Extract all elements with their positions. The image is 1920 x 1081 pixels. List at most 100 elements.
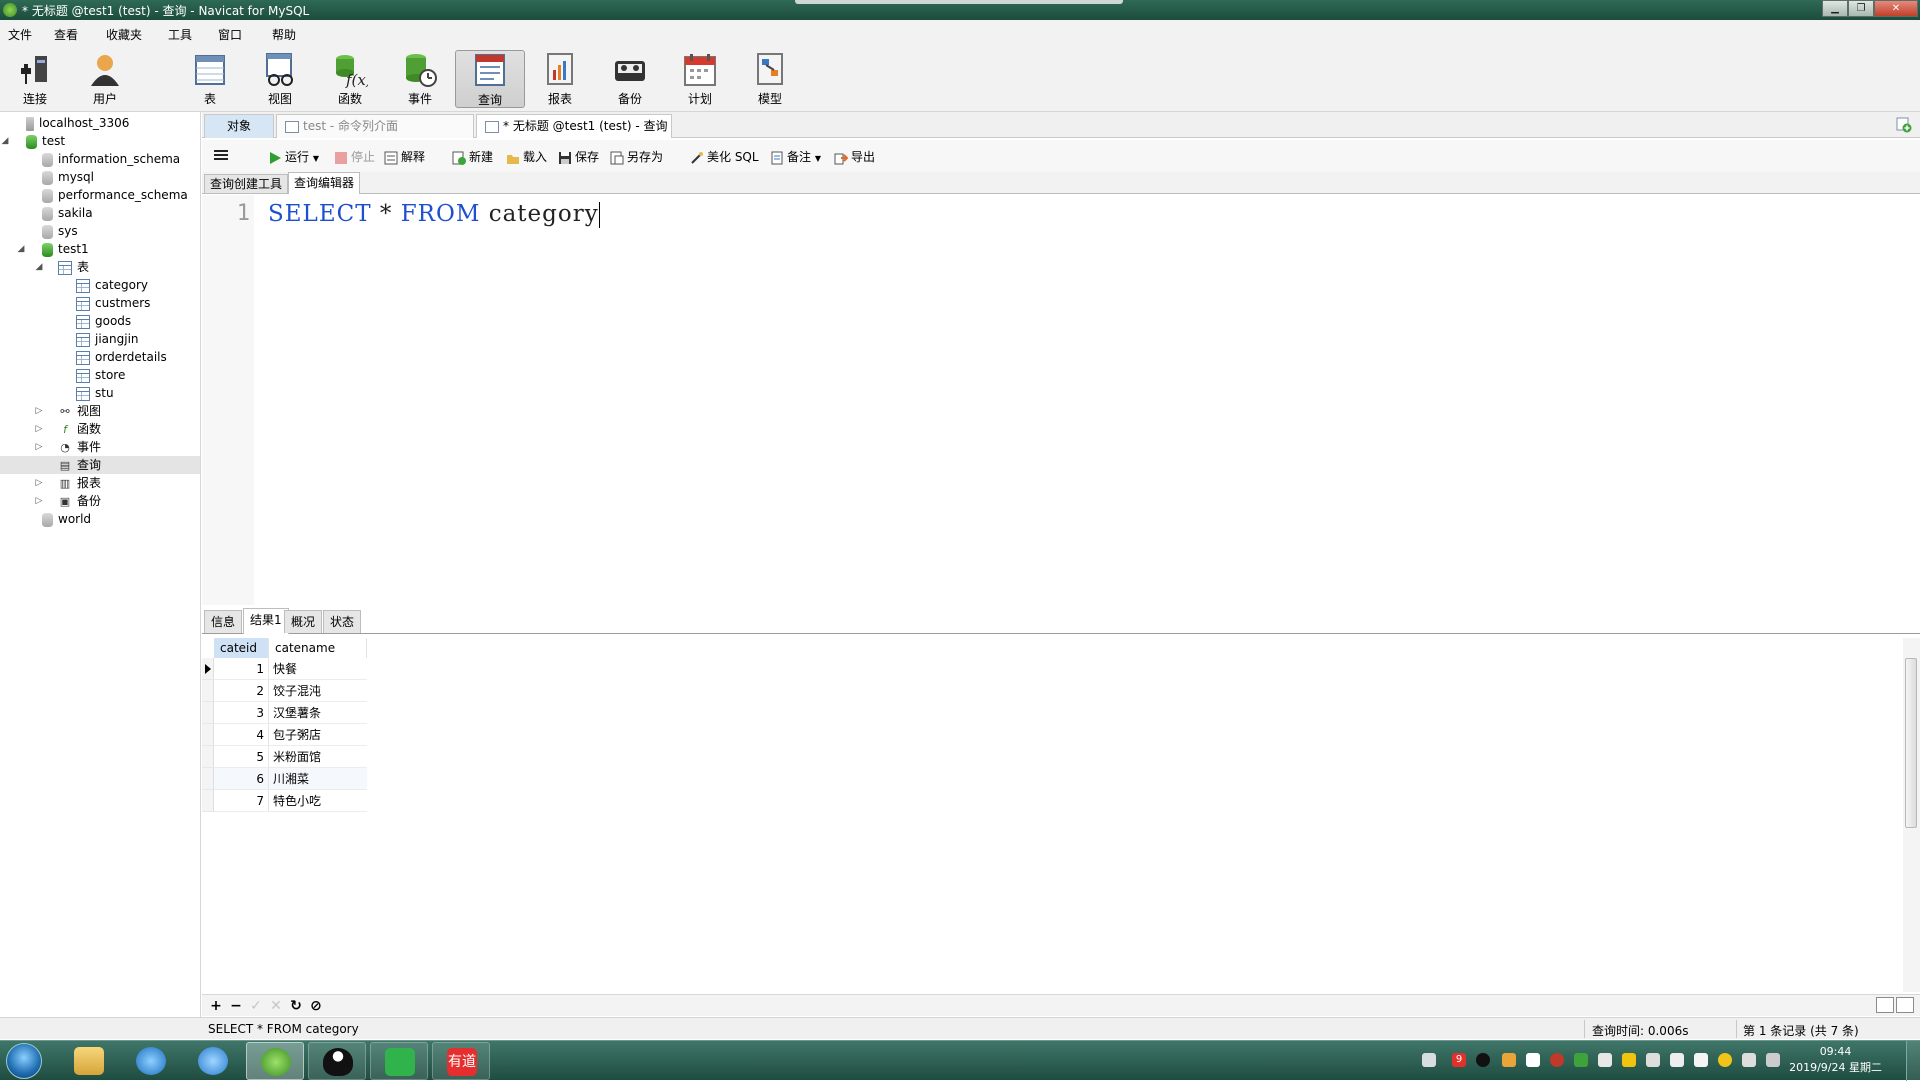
pinwheel-tray-icon[interactable] [1622,1053,1636,1067]
tree-item-category[interactable]: category [0,276,200,294]
expand-arrow-icon[interactable]: ▷ [34,474,44,492]
run-dropdown-icon[interactable]: ▼ [313,154,319,163]
tree-item-performance_schema[interactable]: performance_schema [0,186,200,204]
taskbar-wechat[interactable] [370,1042,428,1080]
menu-help[interactable]: 帮助 [272,26,296,43]
tree-item-test1[interactable]: ◢ test1 [0,240,200,258]
tree-item-orderdetails[interactable]: orderdetails [0,348,200,366]
taskbar-sogou[interactable] [184,1042,242,1080]
keyboard-tray-icon[interactable] [1422,1053,1436,1067]
tab-objects[interactable]: 对象 [204,114,274,138]
row-selector[interactable] [202,768,214,790]
new-tab-icon[interactable] [1896,117,1912,133]
table-row[interactable]: 5 米粉面馆 [202,746,367,768]
cell-cateid[interactable]: 7 [214,790,269,812]
expand-arrow-icon[interactable]: ▷ [34,420,44,438]
flag-tray-icon[interactable] [1670,1053,1684,1067]
toolbar-query-button[interactable]: 查询 [455,50,525,108]
tab-result1[interactable]: 结果1 [243,608,289,634]
row-selector[interactable] [202,790,214,812]
cell-cateid[interactable]: 3 [214,702,269,724]
update-tray-icon[interactable] [1502,1053,1516,1067]
start-button[interactable] [6,1043,42,1079]
comment-button[interactable]: 备注 ▼ [770,148,821,166]
cell-cateid[interactable]: 1 [214,658,269,680]
toolbar-view-button[interactable]: 视图 [245,50,315,108]
row-selector[interactable] [202,658,214,680]
taskbar-navicat[interactable] [246,1042,304,1080]
tab-command-line[interactable]: test - 命令列介面 [276,114,474,138]
cell-catename[interactable]: 特色小吃 [269,790,367,812]
cell-catename[interactable]: 快餐 [269,658,367,680]
explain-button[interactable]: 解释 [384,148,425,166]
tree-item-custmers[interactable]: custmers [0,294,200,312]
tree-item-folder[interactable]: ▷ ▣ 备份 [0,492,200,510]
volume-tray-icon[interactable] [1742,1053,1756,1067]
cell-cateid[interactable]: 2 [214,680,269,702]
maximize-button[interactable]: ❐ [1848,0,1874,17]
tree-item-localhost_3306[interactable]: localhost_3306 [0,114,200,132]
cell-cateid[interactable]: 6 [214,768,269,790]
cell-catename[interactable]: 米粉面馆 [269,746,367,768]
expand-arrow-icon[interactable]: ▷ [34,438,44,456]
tree-item-sys[interactable]: sys [0,222,200,240]
tab-query[interactable]: * 无标题 @test1 (test) - 查询 [476,114,672,138]
tree-item-folder[interactable]: ▷ ⚯ 视图 [0,402,200,420]
toolbar-user-button[interactable]: 用户 [70,50,140,108]
cloud-tray-icon[interactable] [1718,1053,1732,1067]
cell-cateid[interactable]: 5 [214,746,269,768]
tab-query-editor[interactable]: 查询编辑器 [288,172,361,194]
discard-changes-button[interactable]: ✕ [268,998,284,1014]
collapse-arrow-icon[interactable]: ◢ [16,240,26,258]
comment-dropdown-icon[interactable]: ▼ [815,154,821,163]
sql-editor[interactable]: 1 SELECT * FROM category [202,195,1920,605]
row-selector[interactable] [202,724,214,746]
no-entry-tray-icon[interactable] [1550,1053,1564,1067]
tree-item-world[interactable]: world [0,510,200,528]
toolbar-event-button[interactable]: 事件 [385,50,455,108]
toolbar-table-button[interactable]: 表 [175,50,245,108]
tree-item-jiangjin[interactable]: jiangjin [0,330,200,348]
stop-button[interactable]: 停止 [334,148,375,166]
cell-catename[interactable]: 包子粥店 [269,724,367,746]
menu-file[interactable]: 文件 [8,26,32,43]
column-header-cateid[interactable]: cateid [214,638,269,658]
toolbar-model-button[interactable]: 模型 [735,50,805,108]
save-as-button[interactable]: 另存为 [610,148,663,166]
collapse-arrow-icon[interactable]: ◢ [34,258,44,276]
sql-code-line[interactable]: SELECT * FROM category [268,201,600,228]
cell-catename[interactable]: 川湘菜 [269,768,367,790]
tab-profile[interactable]: 概况 [284,610,323,633]
qq-tray-icon[interactable] [1476,1053,1490,1067]
menu-view[interactable]: 查看 [54,26,78,43]
minimize-button[interactable]: ▁ [1822,0,1848,17]
cell-catename[interactable]: 饺子混沌 [269,680,367,702]
new-query-button[interactable]: 新建 [452,148,493,166]
tree-item-mysql[interactable]: mysql [0,168,200,186]
table-row[interactable]: 3 汉堡薯条 [202,702,367,724]
tree-item-folder[interactable]: ▷ f 函数 [0,420,200,438]
toolbar-schedule-button[interactable]: 计划 [665,50,735,108]
cell-cateid[interactable]: 4 [214,724,269,746]
toolbar-function-button[interactable]: f(x) 函数 [315,50,385,108]
taskbar-qq[interactable] [308,1042,366,1080]
expand-arrow-icon[interactable]: ▷ [34,492,44,510]
add-record-button[interactable]: + [208,998,224,1014]
tree-item-goods[interactable]: goods [0,312,200,330]
grid-vertical-scrollbar[interactable] [1903,638,1920,992]
app-tray-icon[interactable] [1694,1053,1708,1067]
taskbar-explorer[interactable] [60,1042,118,1080]
apply-changes-button[interactable]: ✓ [248,998,264,1014]
toolbar-connection-button[interactable]: 连接 [0,50,70,108]
table-row[interactable]: 4 包子粥店 [202,724,367,746]
grid-tray-icon[interactable] [1598,1053,1612,1067]
hamburger-menu-icon[interactable] [214,148,228,166]
menu-favorites[interactable]: 收藏夹 [106,26,142,43]
tab-info[interactable]: 信息 [204,610,243,633]
run-button[interactable]: 运行 ▼ [268,148,319,166]
scrollbar-thumb[interactable] [1905,658,1917,828]
tree-item-folder[interactable]: ▤ 查询 [0,456,200,474]
tree-item-folder[interactable]: ▷ ▥ 报表 [0,474,200,492]
beautify-sql-button[interactable]: 美化 SQL [690,148,759,166]
menu-window[interactable]: 窗口 [218,26,242,43]
